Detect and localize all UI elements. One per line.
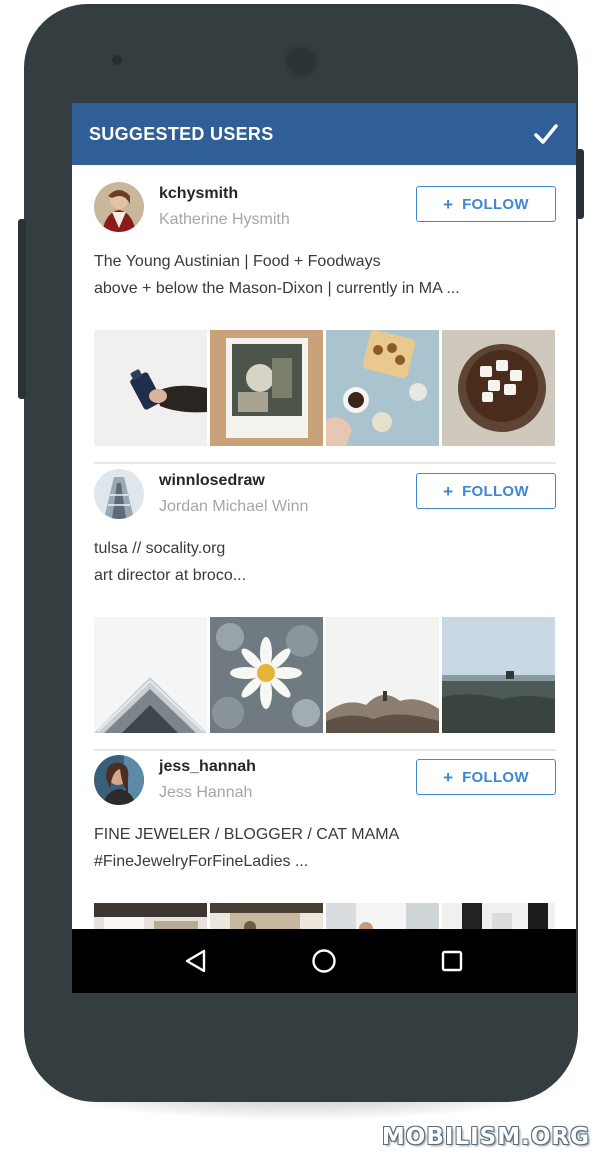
user-card-header: jess_hannah Jess Hannah + FOLLOW	[94, 755, 556, 817]
user-card: winnlosedraw Jordan Michael Winn + FOLLO…	[94, 469, 556, 751]
user-bio: tulsa // socality.org art director at br…	[94, 531, 556, 599]
photo-thumbnail[interactable]	[442, 330, 555, 446]
follow-button[interactable]: + FOLLOW	[416, 186, 556, 222]
app-bar: SUGGESTED USERS	[72, 103, 576, 165]
photo-thumbnail[interactable]	[442, 903, 555, 929]
follow-button-label: FOLLOW	[462, 482, 529, 500]
photo-thumbnail[interactable]	[326, 330, 439, 446]
android-nav-bar	[72, 929, 576, 993]
user-bio: FINE JEWELER / BLOGGER / CAT MAMA #FineJ…	[94, 817, 556, 885]
photo-thumbnail[interactable]	[94, 330, 207, 446]
bio-line: The Young Austinian | Food + Foodways	[94, 253, 381, 270]
full-name: Katherine Hysmith	[159, 211, 290, 228]
page-title: SUGGESTED USERS	[89, 123, 274, 144]
photo-thumbnail[interactable]	[442, 617, 555, 733]
photo-thumbnail[interactable]	[210, 617, 323, 733]
photo-strip	[94, 617, 556, 733]
follow-button[interactable]: + FOLLOW	[416, 473, 556, 509]
user-card: kchysmith Katherine Hysmith + FOLLOW The…	[94, 182, 556, 464]
username[interactable]: kchysmith	[159, 185, 238, 203]
full-name: Jordan Michael Winn	[159, 498, 309, 515]
username[interactable]: winnlosedraw	[159, 472, 265, 490]
bio-line: FINE JEWELER / BLOGGER / CAT MAMA	[94, 826, 400, 843]
watermark: MOBILISM.ORG	[381, 1124, 590, 1150]
bio-line: above + below the Mason-Dixon | currentl…	[94, 280, 460, 297]
full-name: Jess Hannah	[159, 784, 253, 801]
user-card-header: winnlosedraw Jordan Michael Winn + FOLLO…	[94, 469, 556, 531]
follow-button-label: FOLLOW	[462, 768, 529, 786]
follow-button-label: FOLLOW	[462, 195, 529, 213]
photo-thumbnail[interactable]	[94, 617, 207, 733]
avatar[interactable]	[94, 182, 144, 232]
divider	[94, 749, 556, 751]
username[interactable]: jess_hannah	[159, 758, 256, 776]
user-card-header: kchysmith Katherine Hysmith + FOLLOW	[94, 182, 556, 244]
user-bio: The Young Austinian | Food + Foodways ab…	[94, 244, 556, 312]
photo-thumbnail[interactable]	[210, 903, 323, 929]
plus-icon: +	[443, 481, 454, 501]
nav-home-button[interactable]	[304, 941, 344, 981]
plus-icon: +	[443, 767, 454, 787]
phone-frame: SUGGESTED USERS kchysmith Katherine Hysm…	[18, 4, 584, 1102]
suggested-users-list[interactable]: kchysmith Katherine Hysmith + FOLLOW The…	[72, 165, 576, 929]
divider	[94, 462, 556, 464]
front-camera	[284, 44, 318, 78]
photo-thumbnail[interactable]	[326, 617, 439, 733]
phone-screen: SUGGESTED USERS kchysmith Katherine Hysm…	[72, 103, 576, 993]
avatar[interactable]	[94, 469, 144, 519]
side-button-right	[576, 149, 584, 219]
nav-recents-button[interactable]	[432, 941, 472, 981]
nav-back-button[interactable]	[176, 941, 216, 981]
photo-thumbnail[interactable]	[94, 903, 207, 929]
bio-line: art director at broco...	[94, 567, 247, 584]
avatar[interactable]	[94, 755, 144, 805]
photo-strip	[94, 903, 556, 929]
check-icon[interactable]	[532, 120, 560, 148]
side-button-left	[18, 219, 26, 399]
photo-strip	[94, 330, 556, 446]
user-card: jess_hannah Jess Hannah + FOLLOW FINE JE…	[94, 755, 556, 929]
bio-line: tulsa // socality.org	[94, 540, 226, 557]
back-triangle-icon	[185, 949, 206, 973]
photo-thumbnail[interactable]	[210, 330, 323, 446]
plus-icon: +	[443, 194, 454, 214]
home-circle-icon	[312, 949, 336, 973]
bio-line: #FineJewelryForFineLadies ...	[94, 853, 309, 870]
speaker	[112, 55, 122, 65]
follow-button[interactable]: + FOLLOW	[416, 759, 556, 795]
recents-square-icon	[441, 950, 463, 972]
photo-thumbnail[interactable]	[326, 903, 439, 929]
